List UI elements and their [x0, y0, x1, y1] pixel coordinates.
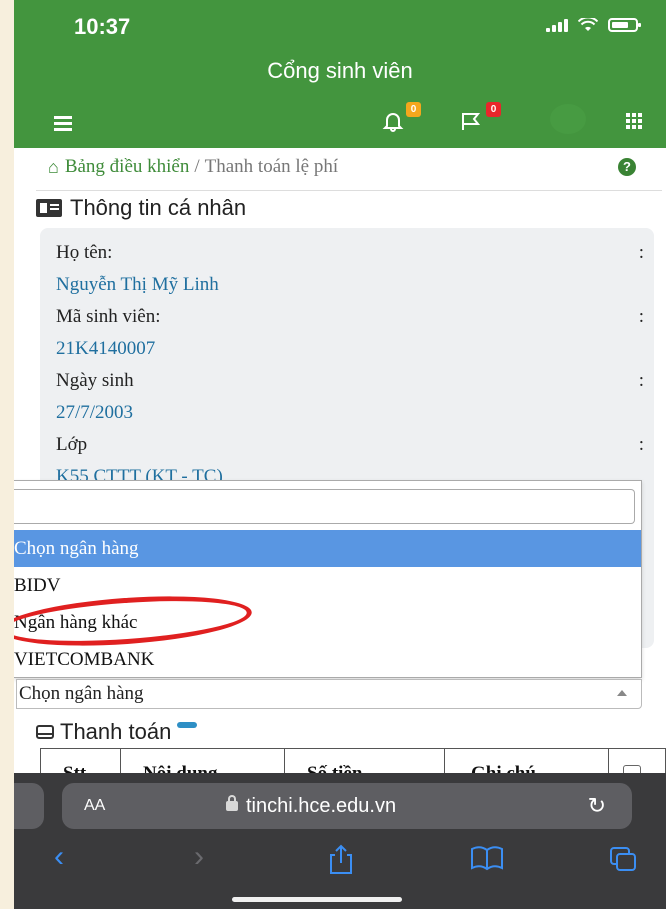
- info-colon: :: [638, 370, 644, 391]
- drive-icon: [36, 725, 54, 739]
- apps-grid-icon[interactable]: [626, 113, 642, 129]
- battery-icon: [608, 18, 641, 32]
- bank-option[interactable]: Chọn ngân hàng: [14, 530, 641, 567]
- breadcrumb-separator: /: [194, 156, 200, 177]
- app-header: 10:37 Cổng sinh viên 0 0: [14, 0, 666, 148]
- info-label-student-id: Mã sinh viên:: [56, 306, 161, 327]
- tabs-icon[interactable]: [608, 845, 638, 873]
- flag-badge: 0: [486, 102, 501, 117]
- bell-icon[interactable]: [382, 110, 404, 132]
- info-value-birthdate: 27/7/2003: [56, 402, 134, 423]
- home-icon[interactable]: ⌂: [48, 157, 59, 178]
- info-value-student-id: 21K4140007: [56, 338, 156, 359]
- back-icon[interactable]: ‹: [54, 839, 64, 879]
- info-label-name: Họ tên:: [56, 242, 113, 263]
- info-label-birthdate: Ngày sinh: [56, 370, 134, 391]
- payment-badge: [177, 722, 198, 728]
- bank-select-value: Chọn ngân hàng: [19, 683, 144, 704]
- notification-badge: 0: [406, 102, 421, 117]
- status-icons: [546, 18, 641, 32]
- cellular-signal-icon: [546, 18, 568, 32]
- bank-option[interactable]: VIETCOMBANK: [14, 641, 641, 678]
- previous-tab-pill[interactable]: [14, 783, 44, 829]
- breadcrumb-home-link[interactable]: Bảng điều khiển: [65, 156, 190, 178]
- breadcrumb: ⌂ Bảng điều khiển / Thanh toán lệ phí ?: [48, 150, 662, 184]
- payment-header: Thanh toán: [36, 716, 336, 748]
- share-icon[interactable]: [326, 843, 356, 875]
- address-bar[interactable]: AA tinchi.hce.edu.vn ↻: [62, 783, 632, 829]
- bank-select[interactable]: Chọn ngân hàng: [16, 679, 642, 709]
- home-indicator: [232, 897, 402, 902]
- hamburger-menu-icon[interactable]: [54, 116, 72, 134]
- forward-icon[interactable]: ›: [194, 839, 204, 879]
- select-arrow-icon: [617, 690, 627, 696]
- lock-icon: [226, 795, 238, 811]
- browser-nav: ‹ ›: [14, 839, 666, 879]
- personal-info-title: Thông tin cá nhân: [70, 194, 247, 220]
- info-label-class: Lớp: [56, 434, 88, 455]
- status-time: 10:37: [74, 14, 131, 39]
- info-colon: :: [638, 306, 644, 327]
- bank-search-input[interactable]: [14, 489, 635, 524]
- info-colon: :: [638, 242, 644, 263]
- text-size-button[interactable]: AA: [84, 797, 105, 815]
- phone-screen: 10:37 Cổng sinh viên 0 0 ⌂ Bảng điều khi…: [14, 0, 666, 909]
- user-avatar[interactable]: [550, 104, 586, 134]
- browser-toolbar: AA tinchi.hce.edu.vn ↻ ‹ ›: [14, 773, 666, 909]
- url-text[interactable]: tinchi.hce.edu.vn: [246, 795, 396, 818]
- portal-title: Cổng sinh viên: [267, 58, 413, 83]
- bank-dropdown-list: Chọn ngân hàng BIDV Ngân hàng khác VIETC…: [14, 480, 642, 678]
- flag-icon[interactable]: [460, 110, 482, 132]
- bookmarks-icon[interactable]: [470, 845, 504, 871]
- wifi-icon: [578, 18, 598, 31]
- help-icon[interactable]: ?: [618, 158, 636, 176]
- personal-info-header: Thông tin cá nhân: [36, 190, 662, 224]
- breadcrumb-current: Thanh toán lệ phí: [204, 156, 339, 177]
- info-value-name: Nguyễn Thị Mỹ Linh: [56, 274, 219, 295]
- id-card-icon: [36, 198, 62, 217]
- payment-title: Thanh toán: [60, 719, 172, 744]
- info-colon: :: [638, 434, 644, 455]
- reload-icon[interactable]: ↻: [588, 793, 606, 819]
